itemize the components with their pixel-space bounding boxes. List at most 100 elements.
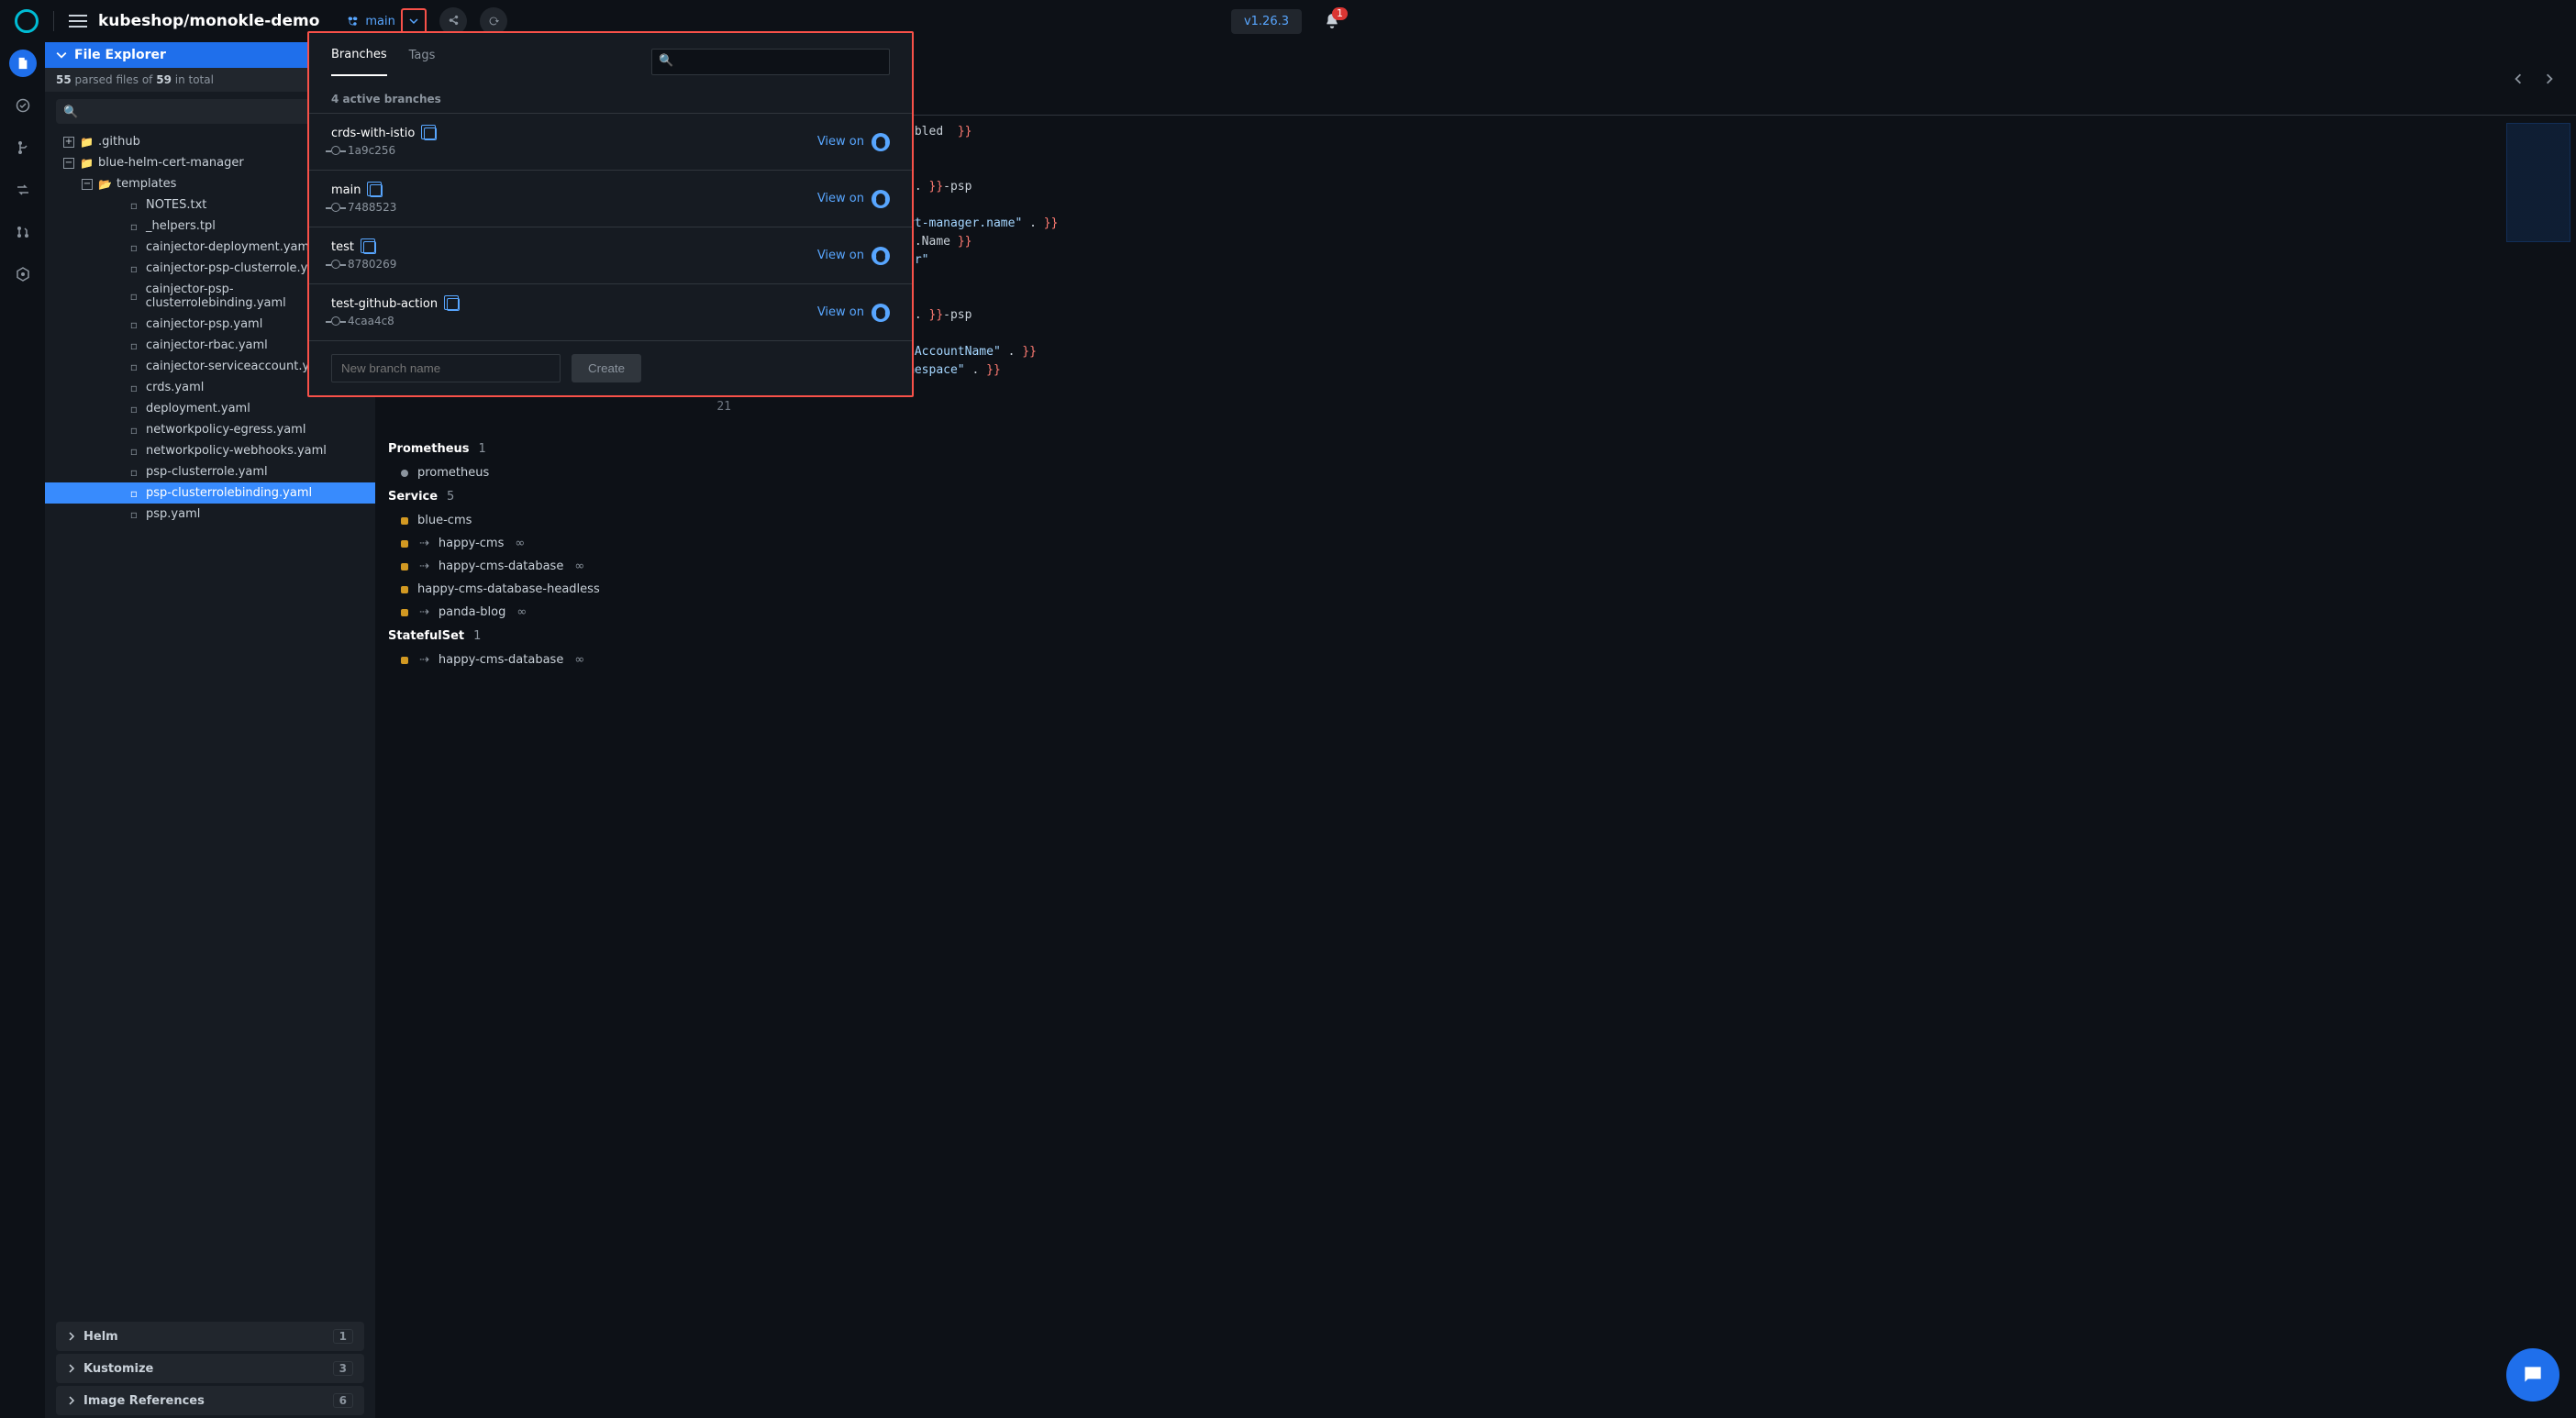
- create-branch-button[interactable]: Create: [572, 354, 641, 382]
- file-explorer-title: File Explorer: [74, 48, 166, 62]
- rail-settings[interactable]: [9, 260, 37, 288]
- code-line: count: [705, 325, 2576, 343]
- editor-next[interactable]: [2537, 67, 2561, 91]
- file-row[interactable]: ▫deployment.yaml: [45, 398, 375, 419]
- notifications-button[interactable]: 1: [1324, 13, 1340, 29]
- resource-row[interactable]: blue-cms: [375, 509, 705, 532]
- branch-row[interactable]: main 7488523 View on: [309, 170, 912, 227]
- chat-icon: [2521, 1363, 2545, 1387]
- status-dot-warning-icon: [401, 657, 408, 664]
- github-icon: [872, 304, 890, 322]
- copy-icon[interactable]: [363, 241, 376, 254]
- menu-button[interactable]: [69, 15, 87, 28]
- minimap[interactable]: [2506, 123, 2570, 242]
- file-name: psp-clusterrolebinding.yaml: [146, 486, 312, 500]
- status-dot-warning-icon: [401, 586, 408, 593]
- commit-icon: [331, 146, 340, 155]
- resource-row[interactable]: ⇢panda-blog∞: [375, 601, 705, 624]
- branch-search-input[interactable]: [651, 49, 890, 75]
- accordion-helm[interactable]: Helm1: [56, 1322, 364, 1351]
- resource-name: happy-cms-database: [439, 559, 563, 573]
- chevron-down-icon: [409, 17, 418, 26]
- branch-row[interactable]: crds-with-istio 1a9c256 View on: [309, 113, 912, 170]
- kind-header[interactable]: Prometheus1: [375, 437, 705, 461]
- kind-header[interactable]: StatefulSet1: [375, 624, 705, 648]
- new-branch-input[interactable]: [331, 354, 561, 382]
- commit-icon: [331, 203, 340, 212]
- branch-selector[interactable]: main: [347, 8, 426, 34]
- resource-row[interactable]: prometheus: [375, 461, 705, 484]
- file-name: networkpolicy-egress.yaml: [146, 423, 305, 437]
- view-on-github[interactable]: View on: [817, 247, 890, 265]
- rail-git[interactable]: [9, 134, 37, 161]
- search-icon: 🔍: [659, 54, 673, 68]
- view-on-github[interactable]: View on: [817, 304, 890, 322]
- accordion-image-references[interactable]: Image References6: [56, 1386, 364, 1415]
- resource-row[interactable]: ⇢happy-cms∞: [375, 532, 705, 555]
- expand-icon[interactable]: −: [82, 179, 93, 190]
- expand-icon[interactable]: −: [63, 158, 74, 169]
- commit-icon: [331, 316, 340, 326]
- folder-icon: 📁: [80, 136, 93, 149]
- chat-fab[interactable]: [2506, 1348, 2559, 1401]
- rail-validate[interactable]: [9, 92, 37, 119]
- file-row[interactable]: ▫networkpolicy-egress.yaml: [45, 419, 375, 440]
- file-row[interactable]: ▫psp-clusterrolebinding.yaml: [45, 482, 375, 504]
- commit-hash: 8780269: [348, 258, 396, 271]
- kind-header[interactable]: Service5: [375, 484, 705, 509]
- view-on-label: View on: [817, 249, 864, 262]
- view-on-github[interactable]: View on: [817, 133, 890, 151]
- kind-count: 1: [479, 442, 486, 456]
- file-name: cainjector-rbac.yaml: [146, 338, 268, 352]
- file-icon: ▫: [128, 290, 140, 303]
- resource-row[interactable]: ⇢happy-cms-database∞: [375, 555, 705, 578]
- commit-hash: 1a9c256: [348, 144, 395, 157]
- code-line: nding: [705, 160, 2576, 178]
- version-chip[interactable]: v1.26.3: [1231, 9, 1302, 34]
- file-row[interactable]: ▫psp.yaml: [45, 504, 375, 525]
- activity-rail: [0, 42, 45, 1418]
- file-icon: ▫: [128, 318, 140, 331]
- copy-icon[interactable]: [424, 127, 437, 140]
- branch-row[interactable]: test-github-action 4caa4c8 View on: [309, 283, 912, 340]
- tab-branches[interactable]: Branches: [331, 48, 387, 76]
- folder-name: .github: [98, 135, 140, 149]
- divider: [53, 11, 54, 31]
- file-icon: ▫: [128, 445, 140, 458]
- file-icon: ▫: [128, 262, 140, 275]
- view-on-label: View on: [817, 192, 864, 205]
- resource-name: blue-cms: [417, 514, 472, 527]
- editor-panel: al.podSecurityPolicy.enabled }}thorizati…: [705, 42, 2576, 1418]
- commit-hash: 4caa4c8: [348, 315, 394, 327]
- app-logo-icon: [15, 9, 39, 33]
- file-row[interactable]: ▫psp-clusterrole.yaml: [45, 461, 375, 482]
- expand-icon[interactable]: +: [63, 137, 74, 148]
- code-line: nclude "cert-manager.namespace" . }}: [705, 361, 2576, 380]
- copy-icon[interactable]: [447, 298, 460, 311]
- code-line: al.podSecurityPolicy.enabled }}: [705, 123, 2576, 141]
- editor-prev[interactable]: [2506, 67, 2530, 91]
- branch-popover: Branches Tags 🔍 4 active branches crds-w…: [307, 31, 914, 397]
- branch-name: test: [331, 240, 354, 254]
- tab-tags[interactable]: Tags: [409, 49, 436, 75]
- accordion-kustomize[interactable]: Kustomize3: [56, 1354, 364, 1383]
- github-icon: [872, 247, 890, 265]
- resource-row[interactable]: happy-cms-database-headless: [375, 578, 705, 601]
- file-row[interactable]: ▫networkpolicy-webhooks.yaml: [45, 440, 375, 461]
- copy-icon[interactable]: [370, 184, 383, 197]
- rail-pr[interactable]: [9, 218, 37, 246]
- branch-row[interactable]: test 8780269 View on: [309, 227, 912, 283]
- link-icon: ∞: [574, 653, 584, 667]
- rail-compare[interactable]: [9, 176, 37, 204]
- code-line: io/component: "controller": [705, 251, 2576, 270]
- view-on-github[interactable]: View on: [817, 190, 890, 208]
- rail-explorer[interactable]: [9, 50, 37, 77]
- file-icon: ▫: [128, 508, 140, 521]
- code-line: io/instance: {{ .Release.Name }}: [705, 233, 2576, 251]
- branch-dropdown-toggle[interactable]: [401, 8, 427, 34]
- code-line: thorization.k8s.io/v1: [705, 141, 2576, 160]
- git-branch-icon: [347, 15, 360, 28]
- code-line: "cert-manager.name" . }}: [705, 196, 2576, 215]
- resource-row[interactable]: ⇢happy-cms-database∞: [375, 648, 705, 671]
- code-view[interactable]: al.podSecurityPolicy.enabled }}thorizati…: [705, 116, 2576, 1418]
